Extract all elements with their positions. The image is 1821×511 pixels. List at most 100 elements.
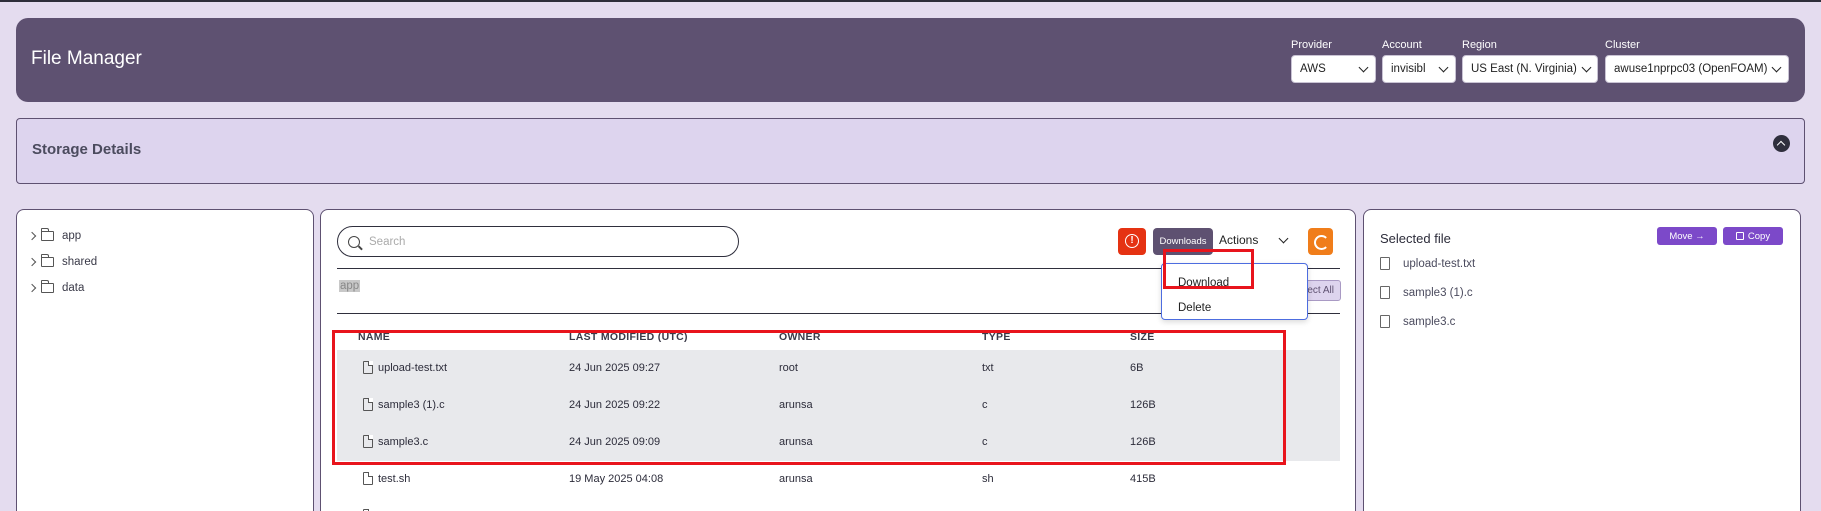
menu-item-delete[interactable]: Delete bbox=[1178, 302, 1211, 314]
column-header-owner[interactable]: OWNER bbox=[779, 331, 821, 343]
chevron-right-icon[interactable] bbox=[27, 283, 37, 293]
region-value: US East (N. Virginia) bbox=[1471, 63, 1577, 75]
selected-file-item: sample3.c bbox=[1380, 315, 1455, 328]
region-label: Region bbox=[1462, 39, 1497, 51]
selected-file-name: sample3.c bbox=[1403, 315, 1456, 328]
table-row[interactable]: test.sh 19 May 2025 04:08 arunsa sh 415B bbox=[337, 461, 1340, 498]
provider-field: Provider AWS bbox=[1291, 38, 1376, 83]
selected-file-title: Selected file bbox=[1380, 231, 1451, 246]
storage-details-panel: Storage Details bbox=[16, 118, 1805, 184]
table-row[interactable] bbox=[337, 498, 1340, 511]
cluster-select[interactable]: awuse1nprpc03 (OpenFOAM) bbox=[1605, 55, 1789, 83]
file-icon bbox=[1380, 286, 1390, 299]
file-list-panel: Downloads Actions app ect All Download D… bbox=[320, 209, 1356, 511]
chevron-right-icon[interactable] bbox=[27, 257, 37, 267]
chevron-down-icon bbox=[1438, 62, 1449, 72]
provider-label: Provider bbox=[1291, 39, 1332, 51]
selected-file-name: sample3 (1).c bbox=[1403, 286, 1473, 299]
provider-value: AWS bbox=[1300, 63, 1326, 75]
file-icon bbox=[1380, 315, 1390, 328]
file-icon bbox=[363, 361, 373, 374]
provider-select[interactable]: AWS bbox=[1291, 55, 1376, 83]
cluster-field: Cluster awuse1nprpc03 (OpenFOAM) bbox=[1605, 38, 1789, 83]
account-field: Account invisibl bbox=[1382, 38, 1456, 83]
region-select[interactable]: US East (N. Virginia) bbox=[1462, 55, 1598, 83]
actions-menu: Download Delete bbox=[1161, 263, 1308, 320]
chevron-up-circle-icon[interactable] bbox=[1773, 135, 1790, 152]
file-modified: 24 Jun 2025 09:22 bbox=[569, 399, 661, 411]
file-owner: arunsa bbox=[779, 399, 813, 411]
file-owner: root bbox=[779, 362, 798, 374]
region-field: Region US East (N. Virginia) bbox=[1462, 38, 1598, 83]
copy-label: Copy bbox=[1747, 230, 1771, 242]
account-value: invisibl bbox=[1391, 63, 1426, 75]
chevron-down-icon bbox=[1358, 62, 1369, 72]
file-icon bbox=[363, 398, 373, 411]
chevron-down-icon bbox=[1581, 62, 1592, 72]
breadcrumb[interactable]: app bbox=[339, 280, 361, 292]
file-size: 126B bbox=[1130, 436, 1156, 448]
chevron-down-icon bbox=[1278, 233, 1289, 243]
column-header-name[interactable]: NAME bbox=[358, 331, 390, 343]
selected-files-panel: Selected file Move → Copy upload-test.tx… bbox=[1363, 209, 1801, 511]
account-select[interactable]: invisibl bbox=[1382, 55, 1456, 83]
refresh-icon[interactable] bbox=[1308, 228, 1333, 255]
table-row[interactable]: sample3 (1).c 24 Jun 2025 09:22 arunsa c… bbox=[337, 387, 1340, 424]
menu-item-download[interactable]: Download bbox=[1178, 277, 1229, 289]
file-icon bbox=[1380, 257, 1390, 270]
storage-details-title: Storage Details bbox=[32, 141, 142, 158]
selected-file-name: upload-test.txt bbox=[1403, 257, 1476, 270]
file-type: sh bbox=[982, 473, 994, 485]
file-icon bbox=[363, 472, 373, 485]
file-size: 126B bbox=[1130, 399, 1156, 411]
chevron-right-icon[interactable] bbox=[27, 231, 37, 241]
tree-item-label: app bbox=[62, 230, 82, 242]
table-row[interactable]: upload-test.txt 24 Jun 2025 09:27 root t… bbox=[337, 350, 1340, 387]
actions-label: Actions bbox=[1219, 233, 1259, 247]
file-modified: 24 Jun 2025 09:27 bbox=[569, 362, 661, 374]
app-title: File Manager bbox=[31, 48, 142, 69]
cluster-label: Cluster bbox=[1605, 39, 1640, 51]
search-input[interactable] bbox=[369, 235, 709, 248]
file-name: upload-test.txt bbox=[378, 362, 448, 374]
file-name: test.sh bbox=[378, 473, 411, 485]
tree-item-label: shared bbox=[62, 256, 98, 268]
cluster-value: awuse1nprpc03 (OpenFOAM) bbox=[1614, 63, 1768, 75]
column-header-type[interactable]: TYPE bbox=[982, 331, 1011, 343]
copy-button[interactable]: Copy bbox=[1723, 227, 1783, 245]
file-name: sample3.c bbox=[378, 436, 429, 448]
app-header: File Manager Provider AWS Account invisi… bbox=[16, 18, 1805, 102]
file-type: c bbox=[982, 399, 988, 411]
file-modified: 19 May 2025 04:08 bbox=[569, 473, 664, 485]
alert-icon[interactable] bbox=[1118, 228, 1146, 255]
file-size: 415B bbox=[1130, 473, 1156, 485]
search-icon bbox=[348, 235, 360, 248]
tree-item-app[interactable]: app bbox=[27, 228, 82, 242]
tree-item-shared[interactable]: shared bbox=[27, 254, 98, 268]
file-owner: arunsa bbox=[779, 436, 813, 448]
folder-icon bbox=[41, 254, 54, 267]
tree-item-data[interactable]: data bbox=[27, 280, 85, 294]
column-header-modified[interactable]: LAST MODIFIED (UTC) bbox=[569, 331, 688, 343]
column-header-size[interactable]: SIZE bbox=[1130, 331, 1155, 343]
folder-icon bbox=[41, 228, 54, 241]
selected-file-item: sample3 (1).c bbox=[1380, 286, 1473, 299]
move-button[interactable]: Move → bbox=[1657, 227, 1717, 245]
chevron-down-icon bbox=[1771, 62, 1782, 72]
table-row[interactable]: sample3.c 24 Jun 2025 09:09 arunsa c 126… bbox=[337, 424, 1340, 461]
downloads-button[interactable]: Downloads bbox=[1153, 228, 1213, 255]
copy-icon bbox=[1735, 232, 1744, 240]
file-icon bbox=[363, 435, 373, 448]
file-name: sample3 (1).c bbox=[378, 399, 445, 411]
actions-dropdown[interactable]: Actions bbox=[1219, 233, 1289, 247]
selected-file-item: upload-test.txt bbox=[1380, 257, 1475, 270]
file-size: 6B bbox=[1130, 362, 1144, 374]
folder-tree-panel: app shared data bbox=[16, 209, 314, 511]
account-label: Account bbox=[1382, 39, 1422, 51]
folder-icon bbox=[41, 280, 54, 293]
search-box[interactable] bbox=[337, 226, 739, 257]
file-modified: 24 Jun 2025 09:09 bbox=[569, 436, 661, 448]
tree-item-label: data bbox=[62, 282, 85, 294]
file-type: txt bbox=[982, 362, 994, 374]
file-owner: arunsa bbox=[779, 473, 813, 485]
